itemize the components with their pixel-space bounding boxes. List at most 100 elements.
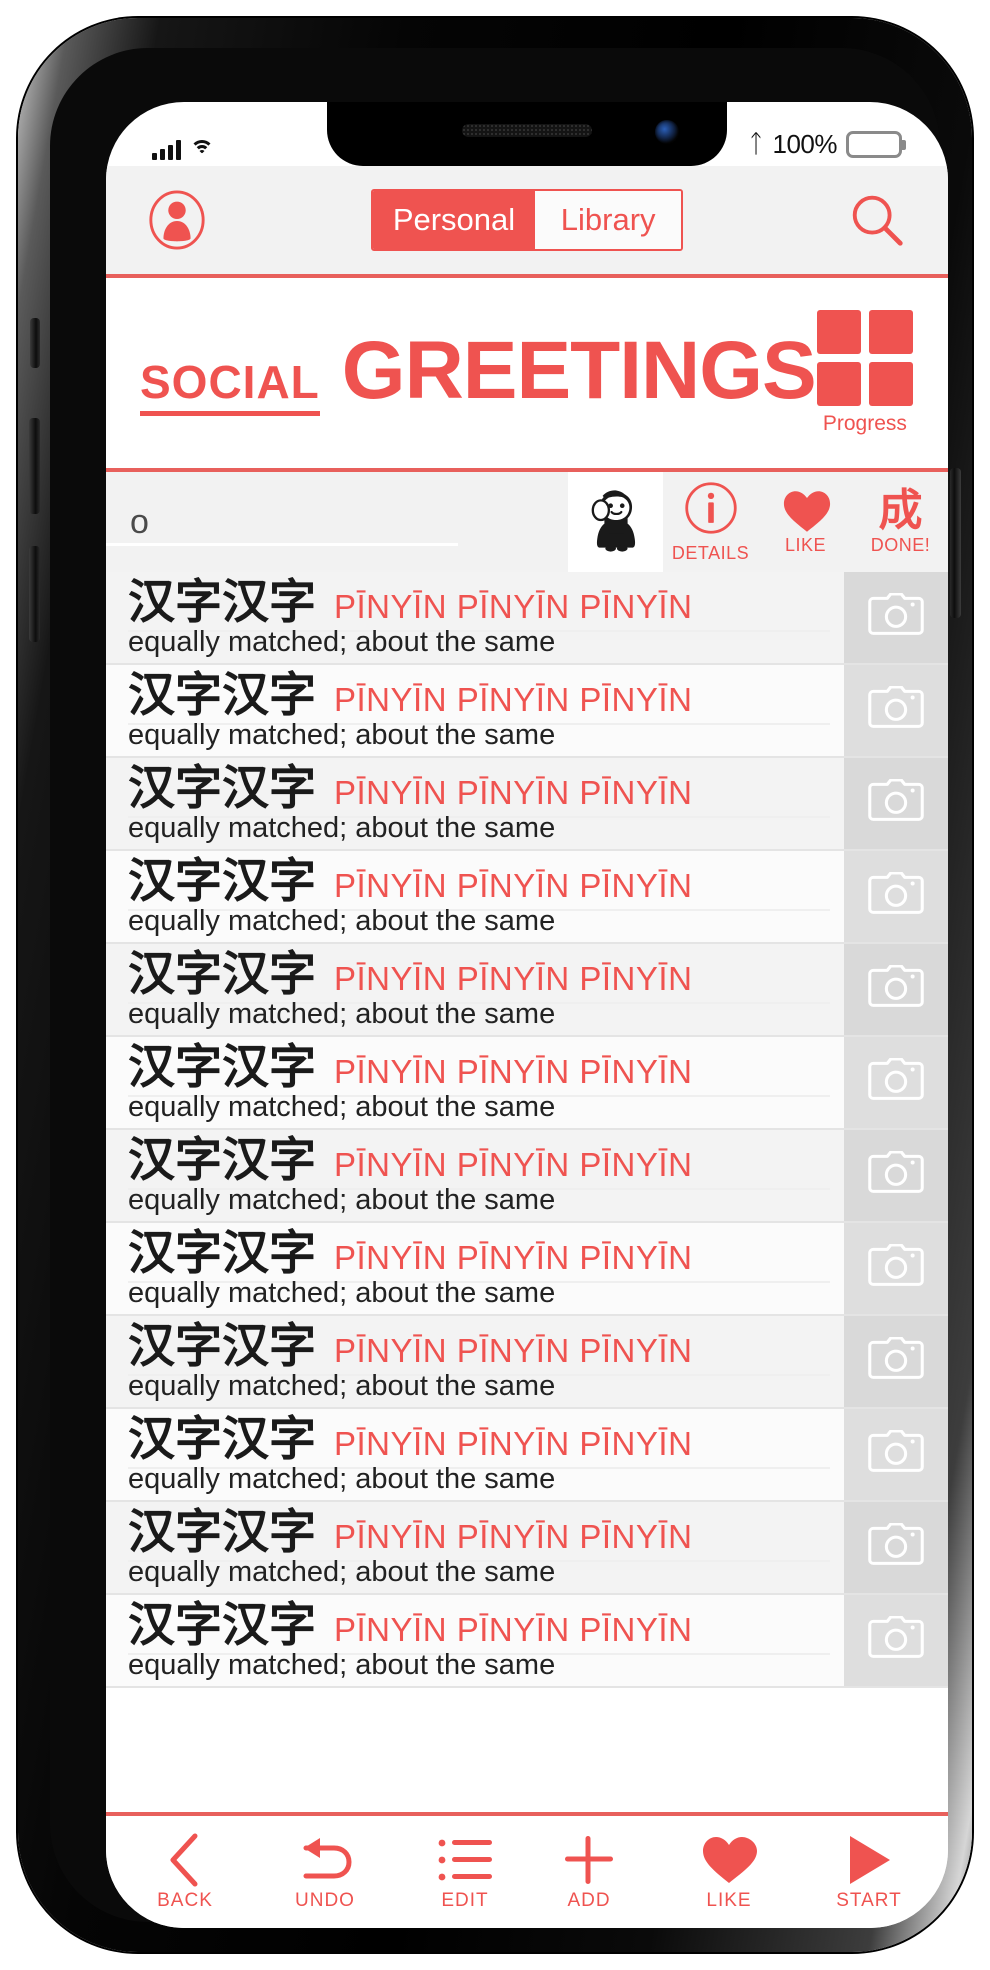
silent-switch[interactable] [30, 318, 40, 368]
undo-label: UNDO [295, 1890, 355, 1911]
table-row[interactable]: 汉字汉字 PĪNYĪN PĪNYĪN PĪNYĪN equally matched;… [106, 665, 948, 758]
table-row[interactable]: 汉字汉字 PĪNYĪN PĪNYĪN PĪNYĪN equally matched;… [106, 851, 948, 944]
camera-icon [868, 1615, 924, 1665]
like-label: LIKE [706, 1890, 752, 1911]
table-row[interactable]: 汉字汉字 PĪNYĪN PĪNYĪN PĪNYĪN equally matched;… [106, 1130, 948, 1223]
camera-cell[interactable] [844, 1502, 948, 1593]
wifi-icon [190, 140, 214, 160]
table-row[interactable]: 汉字汉字 PĪNYĪN PĪNYĪN PĪNYĪN equally matched;… [106, 1037, 948, 1130]
camera-cell[interactable] [844, 1037, 948, 1128]
details-label: DETAILS [671, 543, 750, 563]
tab-personal[interactable]: Personal [372, 191, 536, 249]
vocabulary-list[interactable]: 汉字汉字 PĪNYĪN PĪNYĪN PĪNYĪN equally matched;… [106, 572, 948, 1812]
filter-underline [106, 543, 458, 546]
definition-text: equally matched; about the same [128, 1370, 556, 1402]
phone-screen: ᛏ 100% Personal Library SOCIAL GREETINGS… [106, 102, 948, 1928]
pinyin-text: PĪNYĪN PĪNYĪN PĪNYĪN [334, 774, 693, 811]
pinyin-text: PĪNYĪN PĪNYĪN PĪNYĪN [334, 1611, 693, 1648]
camera-cell[interactable] [844, 572, 948, 663]
like-button[interactable]: LIKE [676, 1832, 782, 1912]
done-glyph: 成 [878, 485, 923, 535]
table-row[interactable]: 汉字汉字 PĪNYĪN PĪNYĪN PĪNYĪN equally matched;… [106, 1595, 948, 1688]
edit-label: EDIT [441, 1890, 489, 1911]
bluetooth-icon: ᛏ [748, 130, 764, 158]
hanzi-text: 汉字汉字 [128, 668, 316, 723]
search-icon[interactable] [846, 189, 908, 251]
row-primary: 汉字汉字 PĪNYĪN PĪNYĪN PĪNYĪN [128, 668, 830, 726]
row-primary: 汉字汉字 PĪNYĪN PĪNYĪN PĪNYĪN [128, 761, 830, 819]
front-camera-icon [655, 120, 679, 144]
segmented-control[interactable]: Personal Library [370, 189, 684, 251]
start-label: START [836, 1890, 902, 1911]
camera-cell[interactable] [844, 1595, 948, 1686]
table-row[interactable]: 汉字汉字 PĪNYĪN PĪNYĪN PĪNYĪN equally matched;… [106, 572, 948, 665]
toolbar-left-group: BACK UNDO EDIT [132, 1832, 518, 1912]
row-primary: 汉字汉字 PĪNYĪN PĪNYĪN PĪNYĪN [128, 1226, 830, 1284]
app-nav-bar: Personal Library [106, 166, 948, 274]
camera-cell[interactable] [844, 1223, 948, 1314]
list-lines-icon [437, 1832, 493, 1888]
camera-cell[interactable] [844, 851, 948, 942]
listen-column-button[interactable] [568, 472, 663, 572]
table-row[interactable]: 汉字汉字 PĪNYĪN PĪNYĪN PĪNYĪN equally matched;… [106, 1502, 948, 1595]
done-column-button[interactable]: 成 DONE! [853, 472, 948, 572]
pinyin-text: PĪNYĪN PĪNYĪN PĪNYĪN [334, 1518, 693, 1555]
pinyin-text: PĪNYĪN PĪNYĪN PĪNYĪN [334, 1053, 693, 1090]
volume-down-button[interactable] [29, 546, 40, 642]
power-button[interactable] [950, 468, 961, 618]
add-button[interactable]: ADD [536, 1832, 642, 1912]
listening-person-icon [589, 487, 643, 558]
pinyin-text: PĪNYĪN PĪNYĪN PĪNYĪN [334, 960, 693, 997]
row-primary: 汉字汉字 PĪNYĪN PĪNYĪN PĪNYĪN [128, 857, 830, 912]
undo-button[interactable]: UNDO [272, 1832, 378, 1912]
edit-button[interactable]: EDIT [412, 1832, 518, 1912]
camera-cell[interactable] [844, 1409, 948, 1500]
definition-text: equally matched; about the same [128, 812, 556, 844]
table-row[interactable]: 汉字汉字 PĪNYĪN PĪNYĪN PĪNYĪN equally matched;… [106, 1316, 948, 1409]
camera-icon [868, 1522, 924, 1572]
done-label: DONE! [870, 534, 931, 555]
bottom-toolbar: BACK UNDO EDIT ADD LIKE START [106, 1812, 948, 1928]
table-row[interactable]: 汉字汉字 PĪNYĪN PĪNYĪN PĪNYĪN equally matched;… [106, 758, 948, 851]
pinyin-text: PĪNYĪN PĪNYĪN PĪNYĪN [334, 588, 693, 625]
back-button[interactable]: BACK [132, 1832, 238, 1912]
play-triangle-icon [844, 1832, 894, 1888]
phone-bezel: ᛏ 100% Personal Library SOCIAL GREETINGS… [50, 48, 948, 1928]
definition-text: equally matched; about the same [128, 626, 556, 658]
account-avatar-icon[interactable] [146, 189, 208, 251]
row-primary: 汉字汉字 PĪNYĪN PĪNYĪN PĪNYĪN [128, 1043, 830, 1098]
row-primary: 汉字汉字 PĪNYĪN PĪNYĪN PĪNYĪN [128, 1415, 830, 1470]
table-row[interactable]: 汉字汉字 PĪNYĪN PĪNYĪN PĪNYĪN equally matched;… [106, 1223, 948, 1316]
chevron-left-icon [165, 1832, 205, 1888]
toolbar-right-group: ADD LIKE START [536, 1832, 922, 1912]
page-title-bar: SOCIAL GREETINGS Progress [106, 278, 948, 468]
tab-library[interactable]: Library [535, 191, 682, 249]
volume-up-button[interactable] [29, 418, 40, 514]
table-row[interactable]: 汉字汉字 PĪNYĪN PĪNYĪN PĪNYĪN equally matched;… [106, 1409, 948, 1502]
filter-input[interactable]: o [106, 472, 568, 572]
like-column-button[interactable]: LIKE [758, 472, 853, 572]
earpiece-speaker-icon [462, 124, 592, 137]
pinyin-text: PĪNYĪN PĪNYĪN PĪNYĪN [334, 1239, 693, 1276]
details-column-button[interactable]: DETAILS [663, 472, 758, 572]
camera-cell[interactable] [844, 758, 948, 849]
hanzi-text: 汉字汉字 [128, 1505, 316, 1560]
hanzi-text: 汉字汉字 [128, 761, 316, 816]
camera-icon [868, 1429, 924, 1479]
camera-cell[interactable] [844, 1130, 948, 1221]
camera-icon [868, 1057, 924, 1107]
pinyin-text: PĪNYĪN PĪNYĪN PĪNYĪN [334, 681, 693, 718]
progress-button[interactable]: Progress [816, 310, 914, 436]
camera-cell[interactable] [844, 944, 948, 1035]
camera-cell[interactable] [844, 1316, 948, 1407]
row-primary: 汉字汉字 PĪNYĪN PĪNYĪN PĪNYĪN [128, 578, 830, 633]
table-row[interactable]: 汉字汉字 PĪNYĪN PĪNYĪN PĪNYĪN equally matched;… [106, 944, 948, 1037]
filter-input-value: o [130, 502, 149, 541]
hanzi-text: 汉字汉字 [128, 1598, 316, 1653]
hanzi-text: 汉字汉字 [128, 1319, 316, 1374]
row-primary: 汉字汉字 PĪNYĪN PĪNYĪN PĪNYĪN [128, 950, 830, 1005]
hanzi-text: 汉字汉字 [128, 1226, 316, 1281]
camera-cell[interactable] [844, 665, 948, 756]
start-button[interactable]: START [816, 1832, 922, 1912]
page-title: SOCIAL GREETINGS [140, 330, 817, 416]
